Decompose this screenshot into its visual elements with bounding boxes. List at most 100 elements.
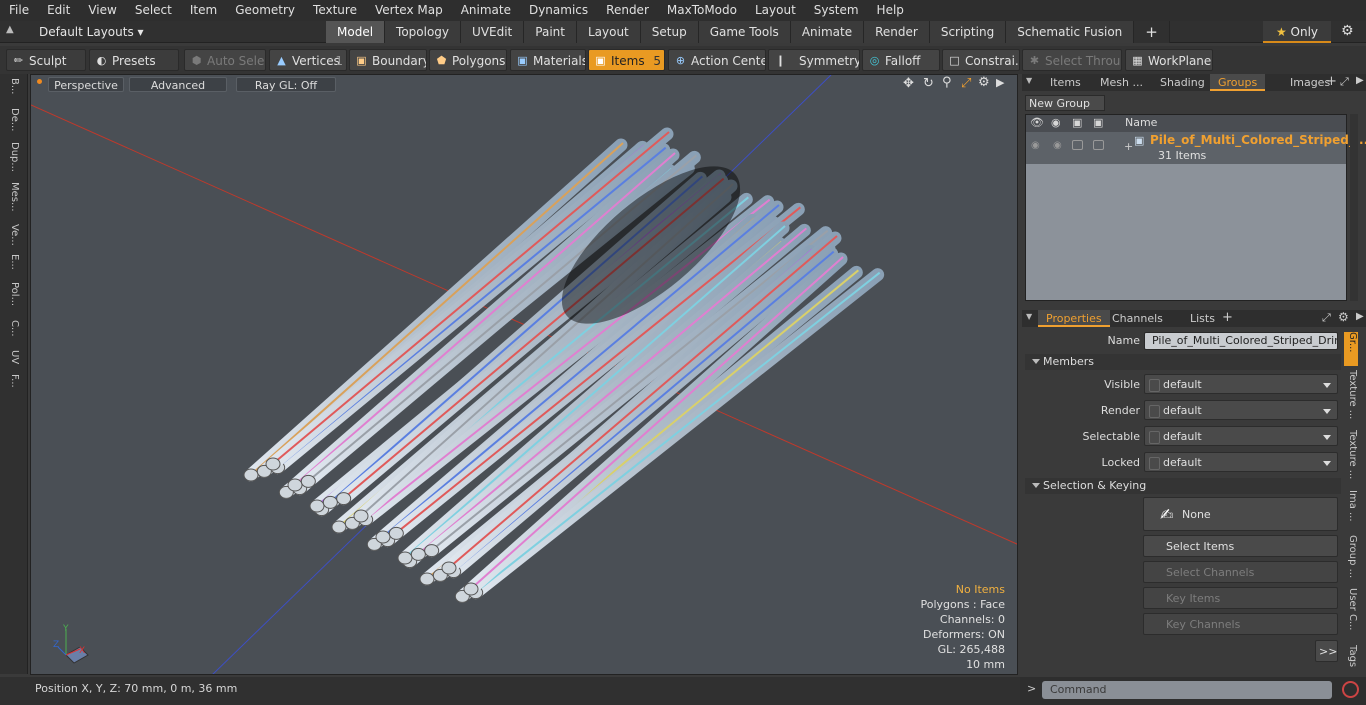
select-cube-icon[interactable]: ▣	[1072, 116, 1082, 129]
pan-icon[interactable]: ✥	[903, 76, 914, 91]
tab-paint[interactable]: Paint	[524, 21, 577, 43]
only-button[interactable]: ★ Only	[1263, 21, 1331, 43]
tab-scripting[interactable]: Scripting	[929, 21, 1007, 43]
tab-topology[interactable]: Topology	[385, 21, 462, 43]
panel-arrow-icon[interactable]: ▶	[1356, 75, 1364, 86]
select-items-button[interactable]: Select Items	[1143, 535, 1338, 557]
visible-dropdown[interactable]: default	[1144, 374, 1338, 394]
constraints-button[interactable]: □Constrai...	[942, 49, 1020, 71]
select-through-button[interactable]: ✱Select Through	[1022, 49, 1122, 71]
strip-tab-mesh[interactable]: Mes...	[6, 182, 20, 212]
props-expand-icon[interactable]: ⤢	[1322, 311, 1331, 325]
select-channels-button[interactable]: Select Channels	[1143, 561, 1338, 583]
visibility-eye-icon[interactable]: 👁	[1030, 116, 1044, 129]
render-dropdown[interactable]: default	[1144, 400, 1338, 420]
tab-uvedit[interactable]: UVEdit	[461, 21, 525, 43]
selectable-dropdown[interactable]: default	[1144, 426, 1338, 446]
props-arrow-icon[interactable]: ▶	[1356, 311, 1364, 322]
workplane-button[interactable]: ▦ WorkPlane	[1125, 49, 1213, 71]
boundary-button[interactable]: ▣ Boundary	[349, 49, 427, 71]
fit-icon[interactable]: ⤢	[961, 76, 971, 91]
side-tab-texture-2[interactable]: Texture ...	[1344, 430, 1358, 479]
perspective-button[interactable]: Perspective	[48, 77, 124, 92]
side-tab-user-channels[interactable]: User C...	[1344, 588, 1358, 631]
panel-menu-icon[interactable]: ▼	[1026, 76, 1032, 85]
tab-mesh[interactable]: Mesh ...	[1092, 74, 1151, 91]
raygl-button[interactable]: Ray GL: Off	[236, 77, 336, 92]
add-props-tab-icon[interactable]: +	[1222, 310, 1233, 325]
auto-select-button[interactable]: ⬢Auto Select	[184, 49, 266, 71]
zoom-icon[interactable]: ⚲	[942, 75, 952, 90]
tab-channels[interactable]: Channels	[1104, 310, 1171, 327]
name-column-header[interactable]: Name	[1125, 116, 1157, 129]
vertices-button[interactable]: ▲ Vertices 1	[269, 49, 347, 71]
strip-tab-duplicate[interactable]: Dup...	[6, 142, 20, 172]
strip-tab-uv[interactable]: UV	[6, 350, 20, 364]
presets-button[interactable]: ◐ Presets	[89, 49, 179, 71]
viewport-expand-icon[interactable]: ▶	[996, 76, 1004, 89]
side-tab-tags[interactable]: Tags	[1344, 645, 1358, 667]
props-menu-icon[interactable]: ▼	[1026, 312, 1032, 321]
members-section[interactable]: Members	[1025, 354, 1341, 370]
props-gear-icon[interactable]: ⚙	[1338, 310, 1349, 324]
rotate-icon[interactable]: ↻	[923, 76, 934, 91]
side-tab-group[interactable]: Gr...	[1344, 332, 1358, 366]
command-input[interactable]: Command	[1042, 681, 1332, 699]
tab-items[interactable]: Items	[1042, 74, 1089, 91]
strip-tab-vertex[interactable]: Ve...	[6, 224, 20, 246]
expand-icon[interactable]: ⤢	[1340, 75, 1349, 89]
polygons-button[interactable]: ⬟ Polygons	[429, 49, 507, 71]
none-button[interactable]: ✍ None	[1143, 497, 1338, 531]
add-panel-tab-icon[interactable]: +	[1326, 74, 1337, 89]
new-group-button[interactable]: New Group	[1025, 95, 1105, 111]
record-icon[interactable]	[1342, 681, 1359, 698]
menu-item[interactable]: Item	[181, 0, 226, 21]
viewport-menu-dot[interactable]	[37, 79, 42, 84]
tab-schematic-fusion[interactable]: Schematic Fusion	[1006, 21, 1135, 43]
render-icon[interactable]: ◉	[1051, 116, 1061, 129]
strip-tab-curve[interactable]: C...	[6, 320, 20, 337]
strip-tab-polygon[interactable]: Pol...	[6, 282, 20, 306]
menu-vertex-map[interactable]: Vertex Map	[366, 0, 452, 21]
3d-viewport[interactable]: Y X Z Perspective Advanced Ray GL: Off ✥…	[30, 74, 1018, 675]
default-layouts-dropdown[interactable]: Default Layouts ▾	[39, 21, 144, 43]
groups-scrollbar[interactable]	[1350, 114, 1358, 301]
row-render-icon[interactable]: ◉	[1053, 140, 1062, 151]
menu-file[interactable]: File	[0, 0, 38, 21]
tab-lists[interactable]: Lists	[1182, 310, 1223, 327]
name-field[interactable]: Pile_of_Multi_Colored_Striped_Drinkin	[1144, 332, 1338, 350]
menu-select[interactable]: Select	[126, 0, 181, 21]
layout-arrow-icon[interactable]: ▲	[6, 24, 14, 35]
side-tab-group-2[interactable]: Group ...	[1344, 535, 1358, 578]
strip-tab-edge[interactable]: E...	[6, 254, 20, 270]
menu-view[interactable]: View	[79, 0, 125, 21]
menu-help[interactable]: Help	[868, 0, 913, 21]
menu-maxtomodo[interactable]: MaxToModo	[658, 0, 746, 21]
menu-animate[interactable]: Animate	[452, 0, 520, 21]
menu-render[interactable]: Render	[597, 0, 658, 21]
advanced-button[interactable]: Advanced	[129, 77, 227, 92]
action-center-button[interactable]: ⊕ Action Center	[668, 49, 766, 71]
lock-icon[interactable]: ▣	[1093, 116, 1103, 129]
materials-button[interactable]: ▣ Materials	[510, 49, 586, 71]
sculpt-button[interactable]: ✏ Sculpt	[6, 49, 86, 71]
menu-dynamics[interactable]: Dynamics	[520, 0, 597, 21]
strip-tab-deform[interactable]: De...	[6, 108, 20, 131]
selection-keying-section[interactable]: Selection & Keying	[1025, 478, 1341, 494]
menu-system[interactable]: System	[805, 0, 868, 21]
strip-tab-basic[interactable]: B...	[6, 78, 20, 94]
key-items-button[interactable]: Key Items	[1143, 587, 1338, 609]
falloff-button[interactable]: ◎ Falloff	[862, 49, 940, 71]
tab-render[interactable]: Render	[864, 21, 930, 43]
row-lock-checkbox[interactable]	[1093, 140, 1104, 150]
menu-layout[interactable]: Layout	[746, 0, 805, 21]
add-tab-button[interactable]: +	[1134, 21, 1170, 43]
row-select-checkbox[interactable]	[1072, 140, 1083, 150]
menu-edit[interactable]: Edit	[38, 0, 79, 21]
expand-plus-icon[interactable]: +	[1124, 140, 1133, 153]
strip-tab-fusion[interactable]: F...	[6, 374, 20, 388]
tab-shading[interactable]: Shading	[1152, 74, 1213, 91]
more-button[interactable]: >>	[1315, 640, 1338, 662]
tab-layout[interactable]: Layout	[576, 21, 641, 43]
symmetry-button[interactable]: ❙ Symmetry	[768, 49, 860, 71]
